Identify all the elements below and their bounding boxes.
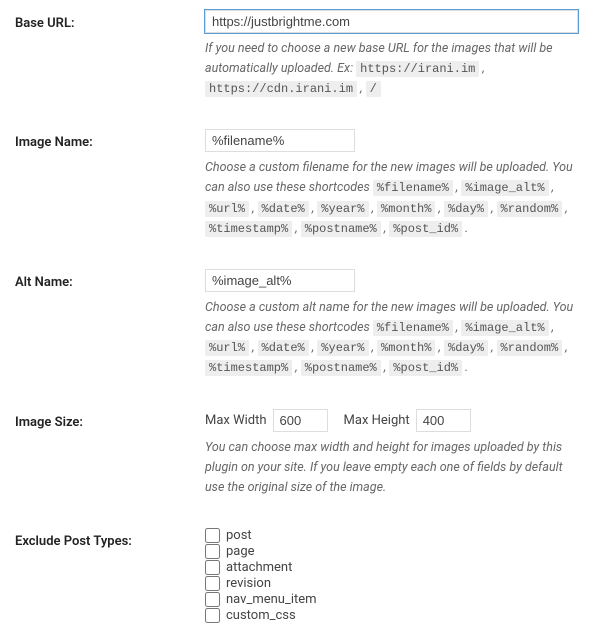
exclude-checkbox[interactable] <box>205 560 220 575</box>
exclude-checkbox[interactable] <box>205 592 220 607</box>
exclude-item: page <box>205 544 578 559</box>
exclude-item-label: revision <box>226 576 271 591</box>
image-name-input[interactable] <box>205 129 355 152</box>
exclude-item: post <box>205 528 578 543</box>
exclude-item-label: nav_menu_item <box>226 592 317 607</box>
max-height-input[interactable] <box>416 409 471 432</box>
alt-name-label: Alt Name: <box>15 269 205 290</box>
max-width-label: Max Width <box>205 413 267 428</box>
exclude-item: nav_menu_item <box>205 592 578 607</box>
exclude-checkbox[interactable] <box>205 608 220 623</box>
max-height-label: Max Height <box>344 413 410 428</box>
exclude-checkbox[interactable] <box>205 576 220 591</box>
max-width-input[interactable] <box>273 409 328 432</box>
exclude-item-label: post <box>226 528 252 543</box>
exclude-label: Exclude Post Types: <box>15 528 205 549</box>
exclude-item-label: custom_css <box>226 608 296 623</box>
exclude-item: attachment <box>205 560 578 575</box>
exclude-item-label: attachment <box>226 560 292 575</box>
exclude-item: revision <box>205 576 578 591</box>
image-name-label: Image Name: <box>15 129 205 150</box>
base-url-input[interactable] <box>205 10 578 33</box>
exclude-item-label: page <box>226 544 255 559</box>
alt-name-desc: Choose a custom alt name for the new ima… <box>205 298 578 379</box>
alt-name-input[interactable] <box>205 269 355 292</box>
base-url-desc: If you need to choose a new base URL for… <box>205 39 578 99</box>
exclude-item: custom_css <box>205 608 578 623</box>
image-size-label: Image Size: <box>15 409 205 430</box>
image-size-desc: You can choose max width and height for … <box>205 438 578 498</box>
image-name-desc: Choose a custom filename for the new ima… <box>205 158 578 239</box>
exclude-checkbox[interactable] <box>205 528 220 543</box>
base-url-label: Base URL: <box>15 10 205 31</box>
exclude-checkbox[interactable] <box>205 544 220 559</box>
